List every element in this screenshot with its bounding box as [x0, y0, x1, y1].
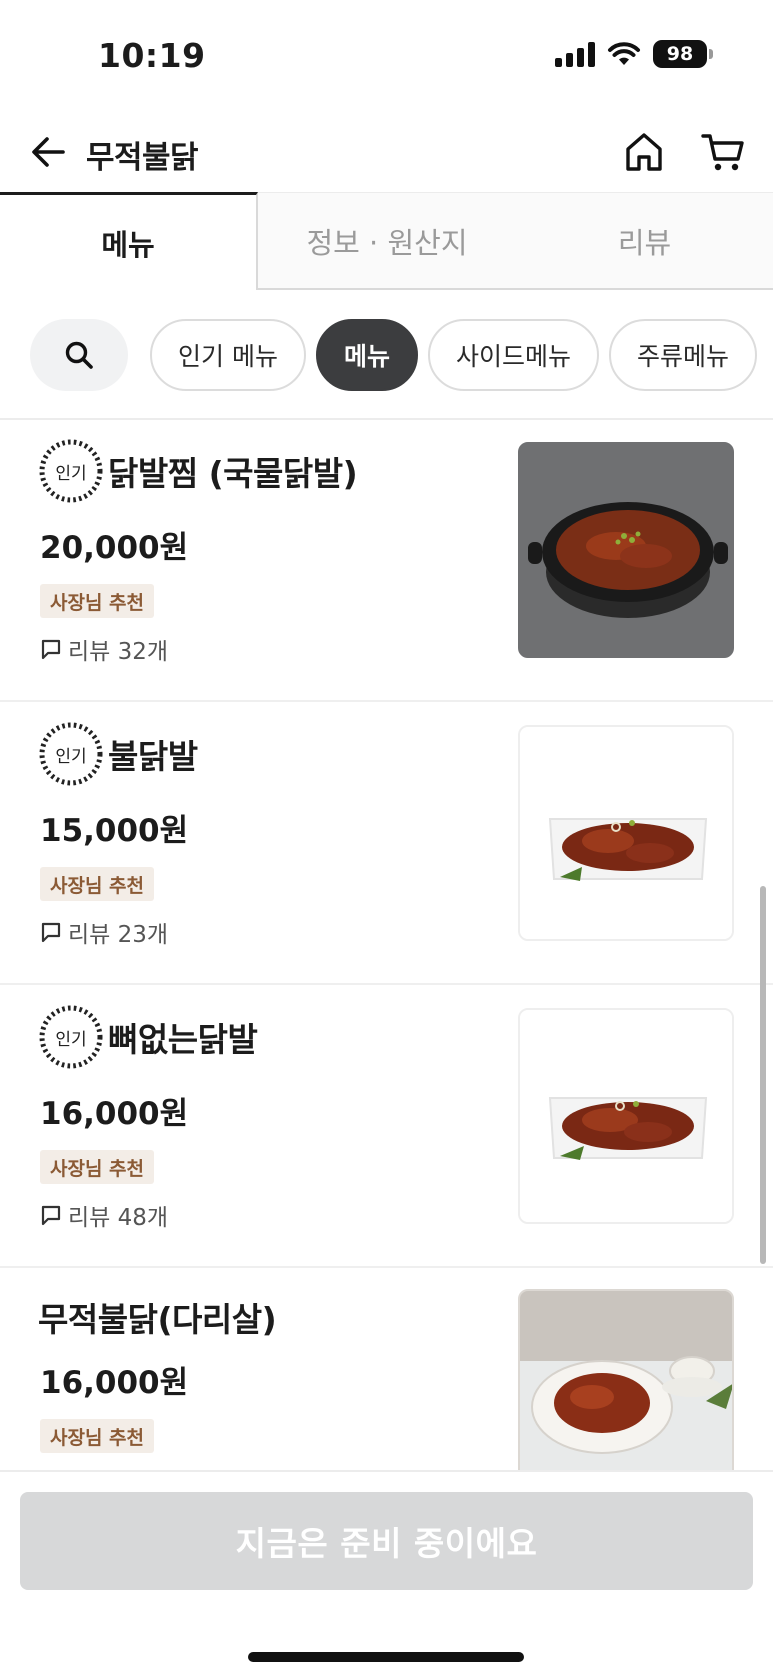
owner-recommend-tag: 사장님 추천 [40, 1150, 155, 1184]
owner-recommend-tag: 사장님 추천 [40, 1419, 155, 1453]
tab-review[interactable]: 리뷰 [516, 192, 773, 290]
item-name-row: 인기 닭발찜 (국물닭발) [38, 438, 358, 504]
chip-drinks-menu[interactable]: 주류메뉴 [608, 319, 757, 391]
item-price: 16,000원 [40, 1365, 189, 1401]
order-button-disabled[interactable]: 지금은 준비 중이에요 [20, 1492, 753, 1590]
scrollbar[interactable] [760, 886, 766, 1264]
item-review-count: 리뷰 48개 [40, 1198, 168, 1232]
popular-badge-icon: 인기 [38, 721, 104, 787]
arrow-left-icon [32, 137, 65, 167]
item-name-row: 인기 불닭발 [38, 721, 198, 787]
item-name-row: 인기 뼈없는닭발 [38, 1004, 258, 1070]
popular-badge-label: 인기 [55, 746, 87, 767]
category-chips: 인기 메뉴 메뉴 사이드메뉴 주류메뉴 [30, 318, 757, 392]
item-name: 불닭발 [108, 737, 198, 776]
item-name: 무적불닭(다리살) [38, 1300, 277, 1339]
home-icon [626, 133, 662, 171]
back-button[interactable] [28, 132, 68, 172]
cart-icon [701, 134, 744, 171]
owner-recommend-tag: 사장님 추천 [40, 867, 155, 901]
battery-icon: 98 [653, 40, 713, 68]
owner-recommend-tag: 사장님 추천 [40, 584, 155, 618]
menu-item[interactable]: 인기 뼈없는닭발 16,000원 사장님 추천 리뷰 48개 [0, 986, 773, 1268]
tab-menu[interactable]: 메뉴 [0, 192, 258, 290]
store-tabs: 메뉴 정보 · 원산지 리뷰 [0, 192, 773, 290]
menu-item[interactable]: 인기 불닭발 15,000원 사장님 추천 리뷰 23개 [0, 703, 773, 985]
food-image [518, 1289, 734, 1470]
tab-info-origin[interactable]: 정보 · 원산지 [258, 192, 516, 290]
battery-level: 98 [666, 43, 694, 65]
item-name: 뼈없는닭발 [108, 1020, 258, 1059]
menu-item[interactable]: 무적불닭(다리살) 16,000원 사장님 추천 [0, 1269, 773, 1470]
speech-bubble-icon [41, 1205, 61, 1226]
item-price: 16,000원 [40, 1096, 189, 1132]
item-review-count: 리뷰 32개 [40, 632, 168, 666]
cellular-signal-icon [555, 41, 595, 67]
item-review-count: 리뷰 23개 [40, 915, 168, 949]
wifi-icon [608, 42, 640, 65]
item-price: 15,000원 [40, 813, 189, 849]
popular-badge-label: 인기 [55, 463, 87, 484]
home-button[interactable] [622, 130, 666, 174]
chip-popular-menu[interactable]: 인기 메뉴 [150, 319, 306, 391]
search-icon [65, 341, 93, 369]
menu-search-button[interactable] [30, 319, 128, 391]
bottom-order-bar: 지금은 준비 중이에요 [0, 1470, 773, 1676]
home-indicator [248, 1652, 524, 1662]
page-title: 무적불닭 [86, 140, 199, 176]
status-indicators: 98 [555, 40, 713, 68]
status-bar: 10:19 98 [0, 0, 773, 110]
food-image [518, 1008, 734, 1224]
review-count-text: 리뷰 23개 [68, 922, 169, 948]
app-header: 무적불닭 [0, 118, 773, 190]
item-price: 20,000원 [40, 530, 189, 566]
chip-menu[interactable]: 메뉴 [315, 319, 418, 391]
review-count-text: 리뷰 48개 [68, 1205, 169, 1231]
food-image [518, 725, 734, 941]
popular-badge-label: 인기 [55, 1029, 87, 1050]
speech-bubble-icon [41, 639, 61, 660]
item-name: 닭발찜 (국물닭발) [108, 454, 358, 493]
popular-badge-icon: 인기 [38, 438, 104, 504]
status-time: 10:19 [98, 36, 206, 75]
popular-badge-icon: 인기 [38, 1004, 104, 1070]
speech-bubble-icon [41, 922, 61, 943]
item-name-row: 무적불닭(다리살) [38, 1293, 277, 1341]
cart-button[interactable] [700, 130, 746, 174]
menu-item[interactable]: 인기 닭발찜 (국물닭발) 20,000원 사장님 추천 리뷰 32개 [0, 420, 773, 702]
food-image [518, 442, 734, 658]
review-count-text: 리뷰 32개 [68, 639, 169, 665]
chip-side-menu[interactable]: 사이드메뉴 [427, 319, 599, 391]
